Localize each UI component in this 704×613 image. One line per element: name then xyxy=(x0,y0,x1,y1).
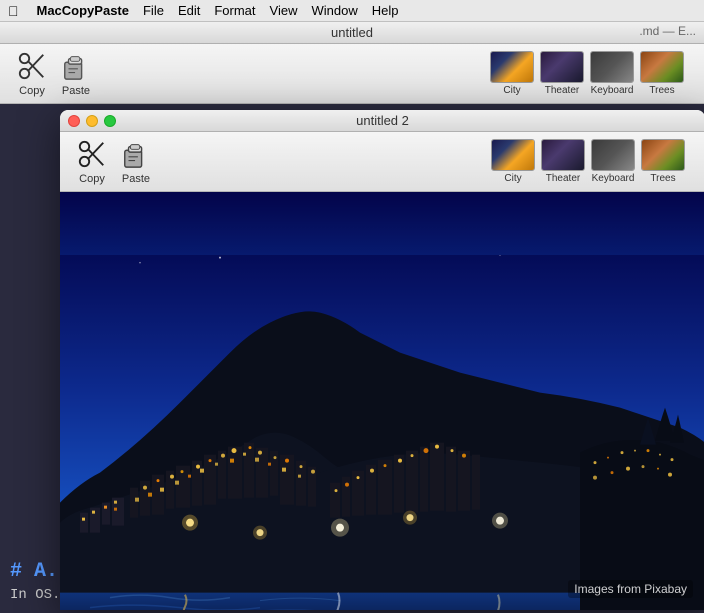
thumb-theater-label-front: Theater xyxy=(546,173,580,184)
scissors-icon-front xyxy=(76,138,108,170)
menu-help[interactable]: Help xyxy=(372,3,399,18)
pixabay-credit: Images from Pixabay xyxy=(568,580,693,598)
window-front-title: untitled 2 xyxy=(356,113,409,128)
menu-bar:  MacCopyPaste File Edit Format View Win… xyxy=(0,0,704,22)
thumb-theater-label-back: Theater xyxy=(545,85,579,96)
traffic-lights xyxy=(68,115,116,127)
menu-view[interactable]: View xyxy=(270,3,298,18)
thumbnail-group-back: City Theater Keyboard Trees xyxy=(490,51,694,96)
paste-icon-front xyxy=(120,138,152,170)
paste-icon xyxy=(60,50,92,82)
menu-format[interactable]: Format xyxy=(214,3,255,18)
window-back-chrome: untitled .md — E... xyxy=(0,22,704,44)
copy-label-front: Copy xyxy=(79,173,105,185)
paste-label-back: Paste xyxy=(62,85,90,97)
thumb-theater-img-back xyxy=(540,51,584,83)
thumb-keyboard-back[interactable]: Keyboard xyxy=(590,51,634,96)
thumb-trees-front[interactable]: Trees xyxy=(641,139,685,184)
thumb-city-img-front xyxy=(491,139,535,171)
thumb-trees-label-back: Trees xyxy=(649,85,674,96)
thumb-keyboard-front[interactable]: Keyboard xyxy=(591,139,635,184)
thumb-keyboard-label-front: Keyboard xyxy=(592,173,635,184)
traffic-light-red[interactable] xyxy=(68,115,80,127)
paste-label-front: Paste xyxy=(122,173,150,185)
thumb-trees-img-front xyxy=(641,139,685,171)
mountain-silhouette-svg xyxy=(60,255,704,610)
thumb-keyboard-img-back xyxy=(590,51,634,83)
thumb-theater-back[interactable]: Theater xyxy=(540,51,584,96)
window-front: untitled 2 Copy xyxy=(60,110,704,610)
apple-logo-icon:  xyxy=(8,3,19,19)
thumb-keyboard-label-back: Keyboard xyxy=(591,85,634,96)
window-front-chrome: untitled 2 xyxy=(60,110,704,132)
thumb-keyboard-img-front xyxy=(591,139,635,171)
menu-edit[interactable]: Edit xyxy=(178,3,200,18)
thumb-trees-back[interactable]: Trees xyxy=(640,51,684,96)
window-back-title: untitled xyxy=(331,25,373,40)
menu-file[interactable]: File xyxy=(143,3,164,18)
paste-button-back[interactable]: Paste xyxy=(54,46,98,101)
copy-label-back: Copy xyxy=(19,85,45,97)
thumb-trees-label-front: Trees xyxy=(650,173,675,184)
thumb-city-front[interactable]: City xyxy=(491,139,535,184)
copy-button-front[interactable]: Copy xyxy=(70,134,114,189)
thumb-city-back[interactable]: City xyxy=(490,51,534,96)
thumb-city-img-back xyxy=(490,51,534,83)
scissors-icon xyxy=(16,50,48,82)
paste-button-front[interactable]: Paste xyxy=(114,134,158,189)
city-image: Images from Pixabay xyxy=(60,192,704,610)
thumb-city-label-back: City xyxy=(503,85,520,96)
toolbar-front: Copy Paste City xyxy=(60,132,704,192)
thumbnail-group-front: City Theater Keyboard Trees xyxy=(491,139,695,184)
copy-button-back[interactable]: Copy xyxy=(10,46,54,101)
thumb-theater-front[interactable]: Theater xyxy=(541,139,585,184)
thumb-city-label-front: City xyxy=(504,173,521,184)
app-name: MacCopyPaste xyxy=(37,3,129,18)
thumb-theater-img-front xyxy=(541,139,585,171)
traffic-light-green[interactable] xyxy=(104,115,116,127)
traffic-light-yellow[interactable] xyxy=(86,115,98,127)
toolbar-back: Copy Paste City xyxy=(0,44,704,104)
window-back-title-right: .md — E... xyxy=(639,24,696,38)
city-scene xyxy=(60,192,704,610)
thumb-trees-img-back xyxy=(640,51,684,83)
menu-window[interactable]: Window xyxy=(311,3,357,18)
